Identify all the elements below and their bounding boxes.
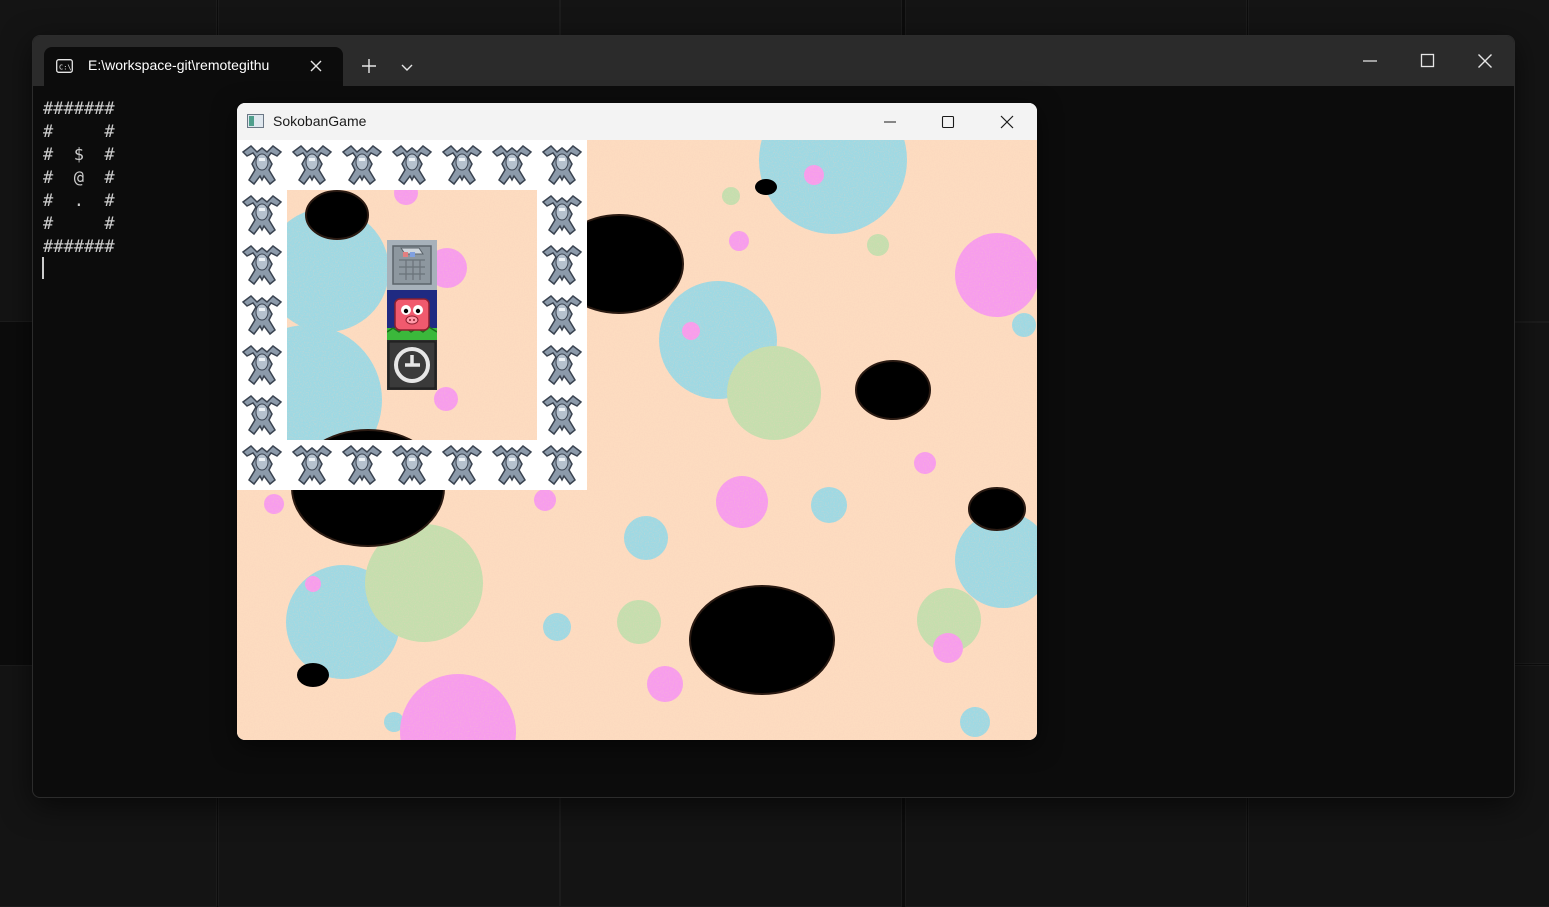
minimize-button[interactable] (883, 115, 897, 129)
wall-robot-icon (537, 240, 587, 290)
game-titlebar[interactable]: SokobanGame (237, 103, 1037, 140)
terminal-line: # . # (43, 191, 115, 211)
wall-robot-icon (437, 140, 487, 190)
wall-robot-icon (537, 390, 587, 440)
terminal-line: ####### (43, 237, 115, 257)
wall-robot-icon (237, 440, 287, 490)
maximize-button[interactable] (1420, 53, 1436, 69)
wall-robot-icon (537, 340, 587, 390)
box-icon (387, 240, 437, 290)
wall-robot-icon (237, 240, 287, 290)
player-pig-icon (387, 290, 437, 340)
terminal-tab[interactable]: C:\ E:\workspace-git\remotegithu (44, 47, 343, 86)
wall-robot-icon (537, 440, 587, 490)
wall-robot-icon (237, 390, 287, 440)
wall-robot-icon (237, 290, 287, 340)
wall-robot-icon (337, 140, 387, 190)
wall-robot-icon (537, 190, 587, 240)
maximize-button[interactable] (941, 115, 955, 129)
new-tab-button[interactable] (361, 58, 377, 74)
chevron-down-icon[interactable] (400, 60, 414, 74)
game-window: SokobanGame (237, 103, 1037, 740)
sokoban-board (237, 140, 587, 490)
goal-target-icon (387, 340, 437, 390)
terminal-line: ####### (43, 99, 115, 119)
wall-robot-icon (287, 140, 337, 190)
game-canvas[interactable] (237, 140, 1037, 740)
terminal-icon: C:\ (56, 59, 73, 73)
svg-text:C:\: C:\ (59, 64, 72, 72)
terminal-line: # # (43, 214, 115, 234)
minimize-button[interactable] (1362, 53, 1378, 69)
wall-robot-icon (387, 140, 437, 190)
terminal-line: # # (43, 122, 115, 142)
text-cursor (42, 257, 44, 279)
wall-robot-icon (287, 440, 337, 490)
game-window-title: SokobanGame (273, 113, 367, 129)
wall-robot-icon (237, 340, 287, 390)
wall-robot-icon (387, 440, 437, 490)
wall-robot-icon (337, 440, 387, 490)
terminal-line: # @ # (43, 168, 115, 188)
close-tab-icon[interactable] (308, 58, 324, 74)
tab-title: E:\workspace-git\remotegithu (88, 57, 270, 73)
wall-robot-icon (237, 190, 287, 240)
terminal-titlebar[interactable]: C:\ E:\workspace-git\remotegithu (33, 36, 1514, 86)
app-icon (247, 114, 264, 128)
wall-robot-icon (487, 440, 537, 490)
terminal-line: # $ # (43, 145, 115, 165)
wall-robot-icon (437, 440, 487, 490)
close-window-button[interactable] (1477, 53, 1493, 69)
wall-robot-icon (237, 140, 287, 190)
close-window-button[interactable] (1000, 115, 1014, 129)
wall-robot-icon (537, 140, 587, 190)
wall-robot-icon (537, 290, 587, 340)
wall-robot-icon (487, 140, 537, 190)
terminal-output: ####### # # # $ # # @ # # . # # # ######… (43, 98, 115, 259)
